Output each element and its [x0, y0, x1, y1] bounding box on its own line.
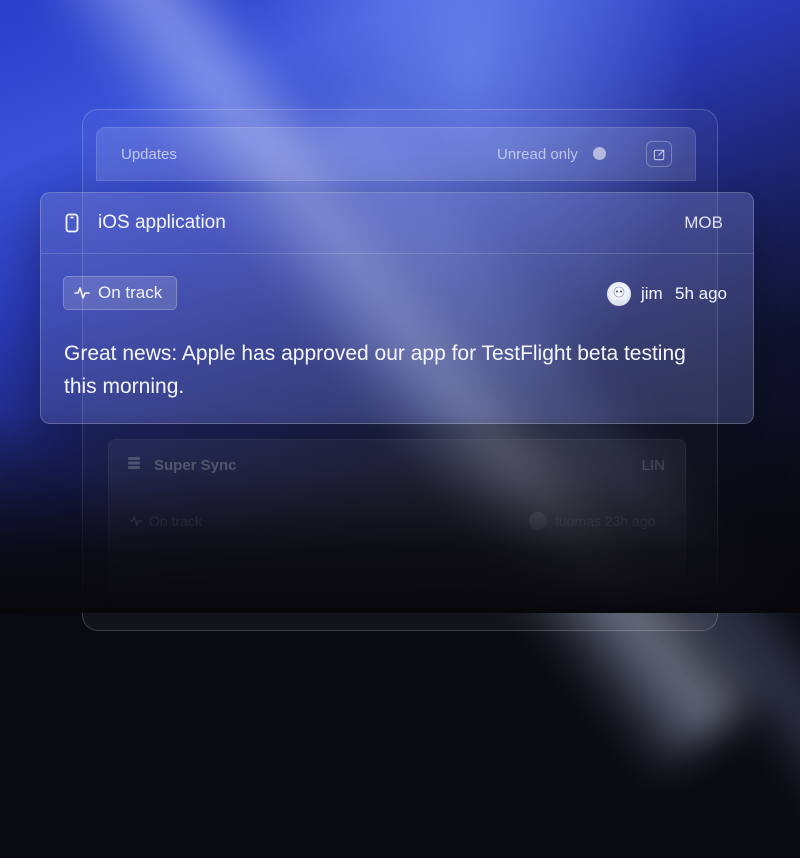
timestamp: 5h ago	[675, 284, 727, 303]
card-header: iOS application MOB	[41, 193, 753, 254]
status-badge: On track	[63, 276, 178, 310]
author-name: tuomas	[555, 513, 601, 529]
status-label: On track	[98, 283, 163, 302]
project-name: Super Sync	[154, 457, 237, 474]
update-card[interactable]: iOS application MOB On track jim 5h ago …	[40, 192, 754, 424]
author-meta: tuomas 23h ago	[555, 513, 655, 529]
avatar	[607, 282, 631, 306]
compose-button[interactable]	[646, 141, 672, 167]
unread-only-toggle[interactable]	[591, 146, 611, 162]
toggle-knob	[593, 147, 606, 160]
status-label: On track	[149, 513, 202, 529]
project-name[interactable]: iOS application	[98, 212, 226, 234]
updates-title: Updates	[121, 146, 177, 163]
timestamp: 23h ago	[604, 513, 656, 529]
unread-only-label: Unread only	[497, 146, 578, 163]
project-code: LIN	[641, 457, 665, 474]
avatar	[529, 512, 547, 530]
pulse-icon	[74, 287, 90, 299]
updates-header: Updates Unread only	[96, 127, 696, 181]
phone-icon	[65, 213, 79, 238]
compose-icon	[653, 148, 665, 160]
pulse-icon	[130, 515, 142, 527]
stack-icon	[127, 456, 141, 475]
update-card-next[interactable]: Super Sync LIN On track tuomas 23h ago	[108, 439, 686, 609]
project-code: MOB	[684, 213, 723, 232]
author-name[interactable]: jim	[641, 284, 663, 304]
update-message: Great news: Apple has approved our app f…	[64, 342, 686, 398]
status-badge: On track	[129, 513, 202, 529]
